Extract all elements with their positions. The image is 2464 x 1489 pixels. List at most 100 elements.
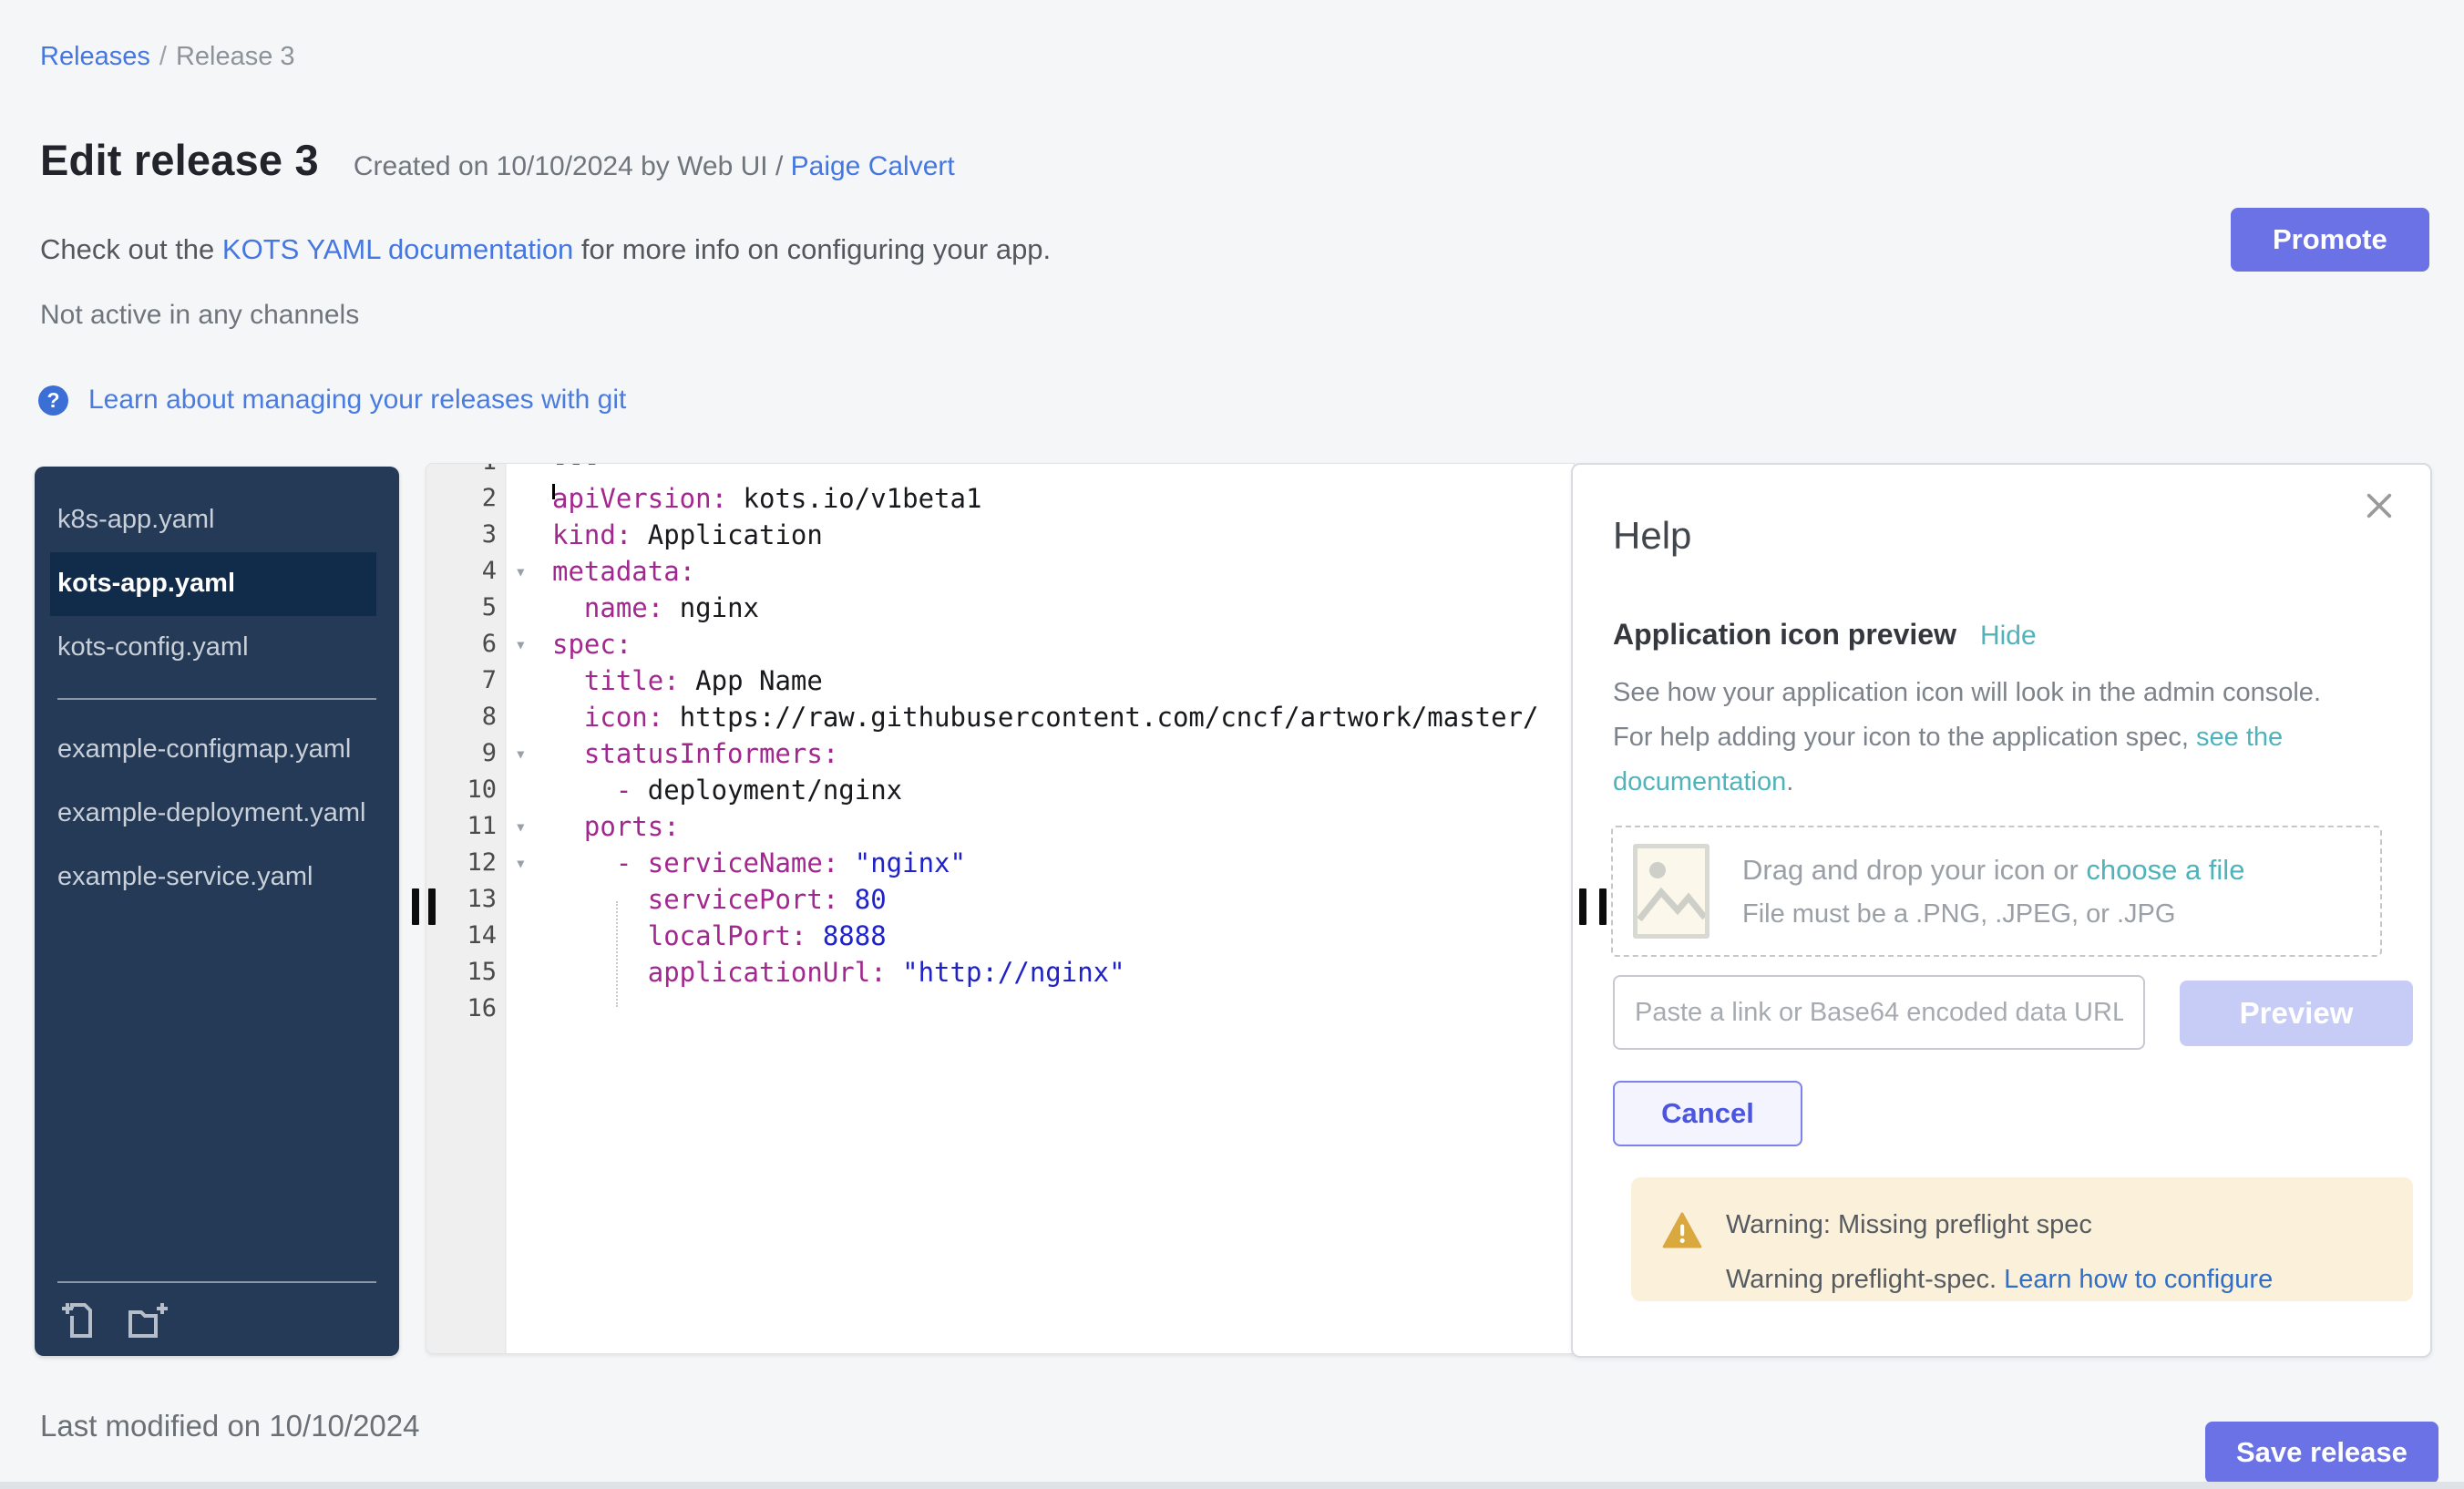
promote-button[interactable]: Promote <box>2231 208 2429 272</box>
file-item-kots-config-yaml[interactable]: kots-config.yaml <box>57 616 376 680</box>
file-item-example-service-yaml[interactable]: example-service.yaml <box>57 846 376 909</box>
fold-arrow-icon[interactable]: ▾ <box>506 845 552 881</box>
code-text: apiVersion: kots.io/v1beta1 <box>552 480 981 517</box>
code-text: - deployment/nginx <box>552 772 902 808</box>
line-number: 4 <box>426 553 506 590</box>
code-text: spec: <box>552 626 631 662</box>
code-line-16[interactable]: 16 <box>426 991 1574 1027</box>
git-help-link[interactable]: ? Learn about managing your releases wit… <box>38 385 626 416</box>
line-number: 8 <box>426 699 506 735</box>
code-text: kind: Application <box>552 517 823 553</box>
save-release-button[interactable]: Save release <box>2205 1422 2438 1484</box>
file-item-example-deployment-yaml[interactable]: example-deployment.yaml <box>57 782 376 846</box>
code-line-1[interactable]: 1 --- <box>426 463 1574 480</box>
code-text: --- <box>552 463 600 480</box>
dropzone-hint: File must be a .PNG, .JPEG, or .JPG <box>1742 899 2244 929</box>
close-icon[interactable] <box>2364 490 2395 521</box>
code-text: metadata: <box>552 553 695 590</box>
main-panes: k8s-app.yamlkots-app.yamlkots-config.yam… <box>0 463 2464 1358</box>
file-item-k8s-app-yaml[interactable]: k8s-app.yaml <box>57 488 376 552</box>
file-tree-actions <box>57 1281 376 1341</box>
code-line-4[interactable]: 4▾metadata: <box>426 553 1574 590</box>
breadcrumb-separator: / <box>159 42 167 71</box>
file-list: k8s-app.yamlkots-app.yamlkots-config.yam… <box>57 488 376 909</box>
code-text: ports: <box>552 808 680 845</box>
breadcrumb-releases-link[interactable]: Releases <box>40 42 150 71</box>
title-row: Edit release 3 Created on 10/10/2024 by … <box>40 135 955 185</box>
line-number: 10 <box>426 772 506 808</box>
line-number: 12 <box>426 845 506 881</box>
docs-line: Check out the KOTS YAML documentation fo… <box>40 233 1051 266</box>
preflight-warning: Warning: Missing preflight spec Warning … <box>1631 1177 2413 1301</box>
section-description: See how your application icon will look … <box>1613 671 2360 805</box>
code-line-2[interactable]: 2apiVersion: kots.io/v1beta1 <box>426 480 1574 517</box>
file-item-example-configmap-yaml[interactable]: example-configmap.yaml <box>57 718 376 782</box>
icon-preview-section-header: Application icon preview Hide <box>1613 618 2037 652</box>
right-pane-resize-handle[interactable] <box>1579 888 1586 925</box>
created-info: Created on 10/10/2024 by Web UI / Paige … <box>354 151 955 182</box>
section-title: Application icon preview <box>1613 618 1956 652</box>
question-mark-icon: ? <box>38 385 68 416</box>
fold-gutter <box>506 881 552 918</box>
fold-arrow-icon[interactable]: ▾ <box>506 735 552 772</box>
code-text: name: nginx <box>552 590 759 626</box>
code-line-12[interactable]: 12▾ - serviceName: "nginx" <box>426 845 1574 881</box>
code-line-11[interactable]: 11▾ ports: <box>426 808 1574 845</box>
code-line-3[interactable]: 3kind: Application <box>426 517 1574 553</box>
fold-arrow-icon[interactable]: ▾ <box>506 808 552 845</box>
author-link[interactable]: Paige Calvert <box>791 151 955 181</box>
add-file-icon[interactable] <box>57 1298 101 1341</box>
line-number: 5 <box>426 590 506 626</box>
right-pane-resize-handle[interactable] <box>1599 888 1607 925</box>
file-group-divider <box>57 698 376 700</box>
add-folder-icon[interactable] <box>127 1298 170 1341</box>
warning-detail: Warning preflight-spec. Learn how to con… <box>1726 1265 2273 1295</box>
fold-gutter <box>506 480 552 517</box>
line-number: 1 <box>426 463 506 480</box>
fold-arrow-icon[interactable]: ▾ <box>506 626 552 662</box>
icon-dropzone[interactable]: Drag and drop your icon or choose a file… <box>1611 826 2382 957</box>
icon-url-input[interactable] <box>1613 975 2145 1050</box>
dropzone-texts: Drag and drop your icon or choose a file… <box>1742 854 2244 929</box>
fold-gutter <box>506 772 552 808</box>
fold-gutter <box>506 954 552 991</box>
code-line-9[interactable]: 9▾ statusInformers: <box>426 735 1574 772</box>
fold-gutter <box>506 918 552 954</box>
line-number: 9 <box>426 735 506 772</box>
left-pane-resize-handle[interactable] <box>412 888 419 925</box>
code-line-6[interactable]: 6▾spec: <box>426 626 1574 662</box>
code-line-8[interactable]: 8 icon: https://raw.githubusercontent.co… <box>426 699 1574 735</box>
breadcrumb-current: Release 3 <box>176 42 295 71</box>
line-number: 13 <box>426 881 506 918</box>
code-text: statusInformers: <box>552 735 838 772</box>
hide-link[interactable]: Hide <box>1980 621 2037 652</box>
line-number: 7 <box>426 662 506 699</box>
code-line-14[interactable]: 14 localPort: 8888 <box>426 918 1574 954</box>
line-number: 16 <box>426 991 506 1027</box>
code-text: - serviceName: "nginx" <box>552 845 966 881</box>
code-line-7[interactable]: 7 title: App Name <box>426 662 1574 699</box>
help-panel: Help Application icon preview Hide See h… <box>1571 463 2432 1358</box>
choose-file-link[interactable]: choose a file <box>2086 854 2244 886</box>
learn-configure-link[interactable]: Learn how to configure <box>2004 1265 2273 1294</box>
yaml-editor[interactable]: 1 ---2apiVersion: kots.io/v1beta13kind: A… <box>426 463 1575 1354</box>
file-item-kots-app-yaml[interactable]: kots-app.yaml <box>50 552 376 616</box>
code-line-10[interactable]: 10 - deployment/nginx <box>426 772 1574 808</box>
kots-yaml-docs-link[interactable]: KOTS YAML documentation <box>222 233 573 265</box>
cancel-button[interactable]: Cancel <box>1613 1081 1802 1146</box>
fold-arrow-icon[interactable]: ▾ <box>506 553 552 590</box>
code-line-13[interactable]: 13 servicePort: 80 <box>426 881 1574 918</box>
code-line-5[interactable]: 5 name: nginx <box>426 590 1574 626</box>
help-title: Help <box>1613 514 1691 558</box>
preview-button[interactable]: Preview <box>2180 981 2413 1046</box>
warning-triangle-icon <box>1662 1212 1702 1248</box>
image-placeholder-icon <box>1633 844 1709 939</box>
left-pane-resize-handle[interactable] <box>428 888 436 925</box>
file-tree-sidebar: k8s-app.yamlkots-app.yamlkots-config.yam… <box>35 467 399 1356</box>
code-text: title: App Name <box>552 662 823 699</box>
code-line-15[interactable]: 15 applicationUrl: "http://nginx" <box>426 954 1574 991</box>
code-text: servicePort: 80 <box>552 881 887 918</box>
fold-gutter <box>506 517 552 553</box>
line-number: 6 <box>426 626 506 662</box>
code-lines: 1 ---2apiVersion: kots.io/v1beta13kind: A… <box>426 463 1574 1027</box>
